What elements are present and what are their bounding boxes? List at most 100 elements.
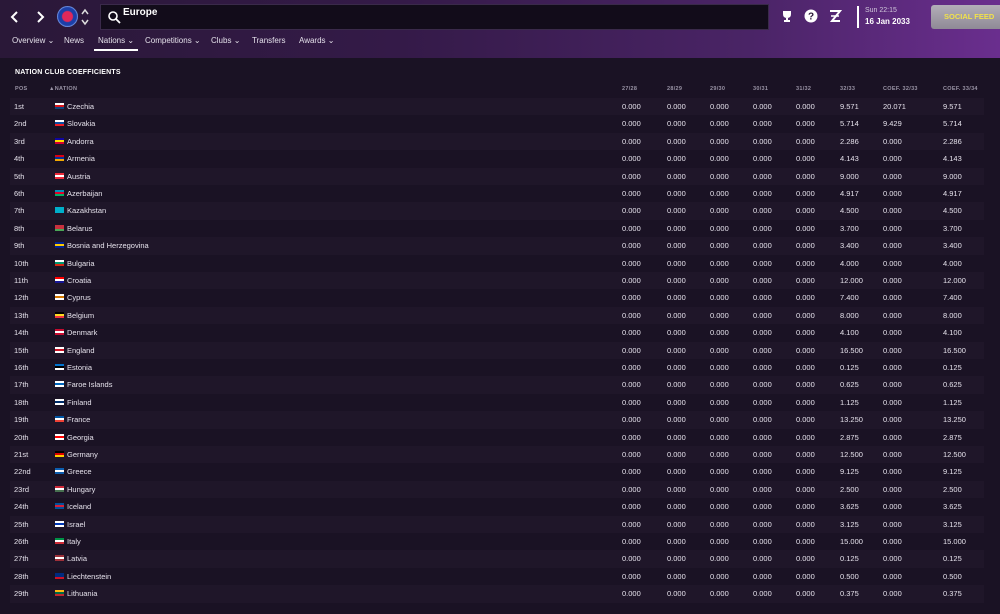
table-row[interactable]: 28th Liechtenstein 0.000 0.000 0.000 0.000 0.0…	[10, 568, 984, 585]
position-cell: 25th	[14, 519, 29, 529]
menu-item-news[interactable]: News	[64, 33, 84, 51]
nation-link[interactable]: Kazakhstan	[67, 206, 106, 215]
nation-link[interactable]: Lithuania	[67, 589, 97, 598]
nation-link[interactable]: Austria	[67, 172, 90, 181]
nation-link[interactable]: Bulgaria	[67, 259, 95, 268]
table-row[interactable]: 19th France 0.000 0.000 0.000 0.000 0.000 13.25…	[10, 411, 984, 429]
nation-link[interactable]: Belgium	[67, 311, 94, 320]
table-row[interactable]: 4th Armenia 0.000 0.000 0.000 0.000 0.000 4.143…	[10, 150, 984, 167]
table-row[interactable]: 18th Finland 0.000 0.000 0.000 0.000 0.000 1.12…	[10, 394, 984, 411]
table-row[interactable]: 1st Czechia 0.000 0.000 0.000 0.000 0.000 9.571…	[10, 98, 984, 116]
nation-link[interactable]: Hungary	[67, 485, 95, 494]
table-row[interactable]: 20th Georgia 0.000 0.000 0.000 0.000 0.000 2.87…	[10, 429, 984, 446]
table-row[interactable]: 5th Austria 0.000 0.000 0.000 0.000 0.000 9.000…	[10, 167, 984, 185]
header-27-28[interactable]: 27/28	[622, 86, 637, 92]
header-28-29[interactable]: 28/29	[667, 86, 682, 92]
menu-item-clubs[interactable]: Clubs ⌄	[211, 33, 240, 51]
position-cell: 4th	[14, 154, 25, 164]
nation-link[interactable]: Czechia	[67, 102, 94, 111]
nation-flag-icon	[55, 590, 64, 597]
nation-link[interactable]: Georgia	[67, 433, 94, 442]
value-cell-c32-33: 3.125	[840, 519, 859, 529]
nation-link[interactable]: Faroe Islands	[67, 380, 112, 389]
table-row[interactable]: 22nd Greece 0.000 0.000 0.000 0.000 0.000 9.125…	[10, 463, 984, 480]
table-row[interactable]: 24th Iceland 0.000 0.000 0.000 0.000 0.000 3.62…	[10, 498, 984, 515]
nation-link[interactable]: Iceland	[67, 502, 91, 511]
header-coef-33-34[interactable]: COEF. 33/34	[943, 86, 978, 92]
table-row[interactable]: 8th Belarus 0.000 0.000 0.000 0.000 0.000 3.700…	[10, 220, 984, 237]
value-cell-c29-30: 0.000	[710, 589, 729, 599]
table-row[interactable]: 9th Bosnia and Herzegovina 0.000 0.000 0.000…	[10, 237, 984, 255]
header-29-30[interactable]: 29/30	[710, 86, 725, 92]
nation-flag-icon	[55, 294, 64, 301]
menu-item-awards[interactable]: Awards ⌄	[299, 33, 334, 51]
header-30-31[interactable]: 30/31	[753, 86, 768, 92]
header-nation[interactable]: ▲NATION	[49, 86, 77, 92]
table-row[interactable]: 13th Belgium 0.000 0.000 0.000 0.000 0.000 8.00…	[10, 306, 984, 325]
nation-link[interactable]: Liechtenstein	[67, 572, 111, 581]
header-32-33[interactable]: 32/33	[840, 86, 855, 92]
nation-link[interactable]: Latvia	[67, 554, 87, 563]
help-icon[interactable]: ?	[804, 9, 818, 23]
value-cell-c27-28: 0.000	[622, 537, 641, 546]
table-row[interactable]: 23rd Hungary 0.000 0.000 0.000 0.000 0.000 2.50…	[10, 480, 984, 499]
table-row[interactable]: 26th Italy 0.000 0.000 0.000 0.000 0.000 15.000…	[10, 533, 984, 550]
forward-arrow-icon[interactable]	[30, 7, 50, 27]
table-row[interactable]: 14th Denmark 0.000 0.000 0.000 0.000 0.000 4.10…	[10, 324, 984, 341]
position-cell: 12th	[14, 293, 29, 303]
nation-link[interactable]: Andorra	[67, 137, 94, 146]
table-row[interactable]: 29th Lithuania 0.000 0.000 0.000 0.000 0.000 0.…	[10, 585, 984, 603]
table-row[interactable]: 11th Croatia 0.000 0.000 0.000 0.000 0.000 12.0…	[10, 272, 984, 290]
nation-link[interactable]: Estonia	[67, 363, 92, 372]
table-row[interactable]: 15th England 0.000 0.000 0.000 0.000 0.000 16.5…	[10, 341, 984, 359]
nation-link[interactable]: Armenia	[67, 154, 95, 163]
nation-link[interactable]: Cyprus	[67, 293, 91, 302]
menu-item-competitions[interactable]: Competitions ⌄	[145, 33, 201, 51]
nation-link[interactable]: England	[67, 346, 95, 355]
up-down-chevron-icon[interactable]	[80, 5, 90, 29]
header-coef-32-33[interactable]: COEF. 32/33	[883, 86, 918, 92]
menu-item-nations[interactable]: Nations ⌄	[94, 33, 139, 51]
zeta-logo-icon[interactable]	[828, 9, 842, 23]
nation-link[interactable]: Germany	[67, 450, 98, 459]
table-row[interactable]: 6th Azerbaijan 0.000 0.000 0.000 0.000 0.000 4.…	[10, 185, 984, 202]
menu-item-transfers[interactable]: Transfers	[252, 33, 286, 51]
nation-link[interactable]: Azerbaijan	[67, 189, 102, 198]
table-row[interactable]: 27th Latvia 0.000 0.000 0.000 0.000 0.000 0.125…	[10, 550, 984, 568]
value-cell-c31-32: 0.000	[796, 502, 815, 512]
table-row[interactable]: 12th Cyprus 0.000 0.000 0.000 0.000 0.000 7.400…	[10, 289, 984, 306]
back-arrow-icon[interactable]	[5, 7, 25, 27]
social-feed-button[interactable]: SOCIAL FEED	[931, 5, 1000, 29]
header-pos[interactable]: POS	[15, 86, 28, 92]
nation-link[interactable]: Croatia	[67, 276, 91, 285]
header-31-32[interactable]: 31/32	[796, 86, 811, 92]
value-cell-c32-33: 4.000	[840, 258, 859, 268]
table-row[interactable]: 7th Kazakhstan 0.000 0.000 0.000 0.000 0.000 4.…	[10, 202, 984, 220]
table-row[interactable]: 17th Faroe Islands 0.000 0.000 0.000 0.000 0.0…	[10, 376, 984, 394]
table-row[interactable]: 16th Estonia 0.000 0.000 0.000 0.000 0.000 0.12…	[10, 359, 984, 376]
search-bar[interactable]: Europe	[100, 4, 769, 30]
nation-link[interactable]: Israel	[67, 520, 85, 529]
nation-link[interactable]: Italy	[67, 537, 81, 546]
table-row[interactable]: 21st Germany 0.000 0.000 0.000 0.000 0.000 12.5…	[10, 446, 984, 464]
nation-link[interactable]: Slovakia	[67, 119, 95, 128]
uefa-crest-icon[interactable]	[57, 6, 78, 27]
table-row[interactable]: 10th Bulgaria 0.000 0.000 0.000 0.000 0.000 4.0…	[10, 255, 984, 272]
nation-link[interactable]: Belarus	[67, 224, 92, 233]
value-cell-c27-28: 0.000	[622, 223, 641, 233]
menu-item-overview[interactable]: Overview ⌄	[12, 33, 54, 51]
table-row[interactable]: 2nd Slovakia 0.000 0.000 0.000 0.000 0.000 5.71…	[10, 115, 984, 132]
nation-link[interactable]: France	[67, 415, 90, 424]
table-row[interactable]: 25th Israel 0.000 0.000 0.000 0.000 0.000 3.125…	[10, 515, 984, 533]
value-cell-c32-33: 2.875	[840, 432, 859, 442]
nation-link[interactable]: Greece	[67, 467, 92, 476]
value-cell-coef-32-33: 0.000	[883, 310, 902, 320]
trophy-icon[interactable]	[780, 9, 794, 23]
nation-link[interactable]: Bosnia and Herzegovina	[67, 241, 149, 250]
nation-link[interactable]: Finland	[67, 398, 92, 407]
nation-link[interactable]: Denmark	[67, 328, 97, 337]
value-cell-c31-32: 0.000	[796, 589, 815, 599]
value-cell-coef-33-34: 9.571	[943, 102, 962, 111]
search-icon[interactable]	[107, 10, 121, 24]
table-row[interactable]: 3rd Andorra 0.000 0.000 0.000 0.000 0.000 2.286…	[10, 132, 984, 151]
